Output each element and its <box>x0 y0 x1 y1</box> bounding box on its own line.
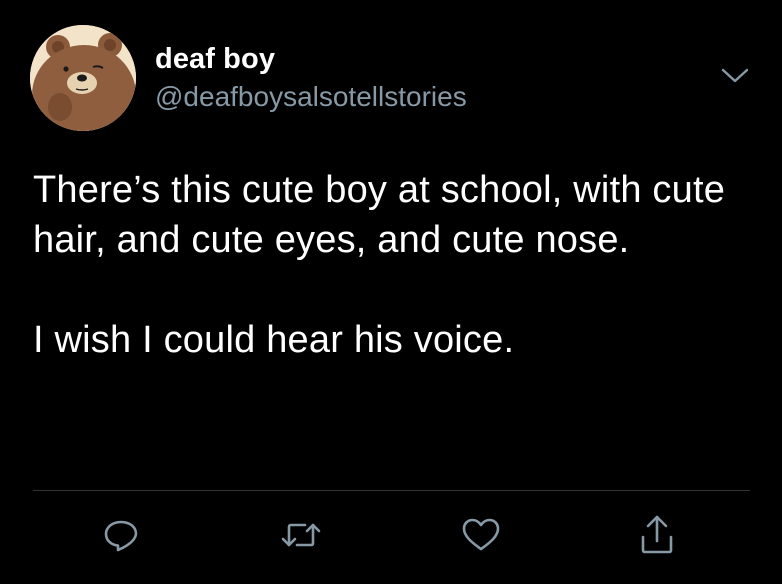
action-bar <box>0 510 782 560</box>
reply-button[interactable] <box>96 510 146 560</box>
like-button[interactable] <box>456 510 506 560</box>
share-icon <box>641 515 673 554</box>
reply-icon <box>104 520 138 552</box>
tweet-text: There’s this cute boy at school, with cu… <box>33 165 753 365</box>
share-button[interactable] <box>632 510 682 560</box>
bear-avatar-icon <box>30 25 136 131</box>
heart-icon <box>462 518 500 551</box>
avatar[interactable] <box>30 25 136 131</box>
chevron-down-icon[interactable] <box>720 64 750 88</box>
retweet-button[interactable] <box>276 510 326 560</box>
display-name[interactable]: deaf boy <box>155 41 275 77</box>
tweet-card: deaf boy @deafboysalsotellstories There’… <box>0 0 782 584</box>
tweet-paragraph: There’s this cute boy at school, with cu… <box>33 169 726 261</box>
tweet-paragraph: I wish I could hear his voice. <box>33 319 515 361</box>
user-handle[interactable]: @deafboysalsotellstories <box>155 80 467 114</box>
retweet-icon <box>281 523 321 547</box>
divider <box>33 490 750 491</box>
